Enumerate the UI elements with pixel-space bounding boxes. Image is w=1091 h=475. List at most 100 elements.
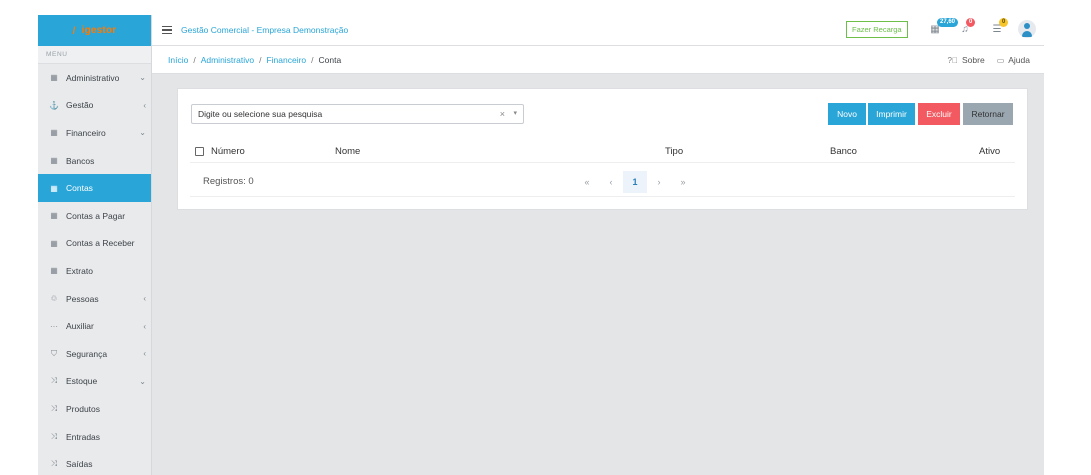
breadcrumb-separator: / (193, 54, 196, 65)
menu-estoque-icon: ⤨ (50, 376, 58, 386)
help-label: Ajuda (1008, 55, 1030, 65)
credit-badge: 27,60 (937, 18, 959, 27)
column-tipo[interactable]: Tipo (665, 146, 683, 157)
sidebar-item-label: Administrativo (66, 72, 120, 83)
sidebar-item-entradas[interactable]: ⤨ Entradas (38, 423, 151, 451)
chevron-down-icon: ⌄ (139, 376, 146, 386)
chevron-left-icon: ‹ (143, 321, 146, 331)
next-page-button[interactable]: › (647, 171, 671, 193)
sidebar-item-contas[interactable]: ▦ Contas (38, 174, 151, 202)
question-circle-icon: ?⃝ (947, 55, 958, 65)
about-label: Sobre (962, 55, 985, 65)
logo-icon: / (72, 25, 76, 37)
page-number-button[interactable]: 1 (623, 171, 647, 193)
chevron-down-icon: ⌄ (139, 73, 146, 83)
brand-logo[interactable]: / igestor (38, 15, 151, 46)
column-nome[interactable]: Nome (335, 146, 360, 157)
menu-seguranca-icon: ⛉ (51, 348, 57, 358)
help-links: ?⃝ Sobre ▭ Ajuda (948, 46, 1030, 74)
menu-contas-a-receber-icon: ▦ (50, 238, 58, 248)
new-button[interactable]: Novo (828, 103, 866, 125)
clear-icon[interactable]: × (500, 109, 505, 119)
user-avatar-icon[interactable] (1018, 20, 1036, 38)
sidebar-item-extrato[interactable]: ▦ Extrato (38, 257, 151, 285)
sidebar-item-label: Contas a Pagar (66, 210, 126, 221)
help-link[interactable]: ▭ Ajuda (997, 55, 1030, 65)
sidebar-item-financeiro[interactable]: ▦ Financeiro ⌄ (38, 119, 151, 147)
menu-gestao-icon: ⚓ (49, 100, 59, 110)
message-icon: ▭ (996, 55, 1005, 65)
sidebar-item-contas-a-pagar[interactable]: ▦ Contas a Pagar (38, 202, 151, 230)
chevron-left-icon: ‹ (143, 100, 146, 110)
sidebar-item-label: Bancos (66, 155, 95, 166)
menu-administrativo-icon: ▦ (50, 73, 58, 83)
topbar: Gestão Comercial - Empresa Demonstração … (152, 15, 1044, 46)
sidebar-item-label: Contas a Receber (66, 238, 135, 249)
notifications-badge: 0 (966, 18, 976, 27)
about-link[interactable]: ?⃝ Sobre (948, 55, 985, 65)
menu-pessoas-icon: ♲ (50, 294, 58, 304)
sidebar-item-label: Entradas (66, 431, 101, 442)
search-placeholder: Digite ou selecione sua pesquisa (198, 109, 323, 119)
sidebar-item-label: Produtos (66, 403, 101, 414)
pagination: « ‹ 1 › » (575, 171, 695, 193)
sidebar-item-label: Extrato (66, 265, 93, 276)
sidebar-item-label: Contas (66, 183, 93, 194)
chevron-left-icon: ‹ (143, 294, 146, 304)
sidebar-item-label: Pessoas (66, 293, 99, 304)
chevron-left-icon: ‹ (143, 349, 146, 359)
content-card: Digite ou selecione sua pesquisa × ▾ Nov… (177, 88, 1028, 210)
sidebar-item-label: Gestão (66, 100, 94, 111)
menu-extrato-icon: ▦ (50, 266, 58, 276)
sidebar-item-pessoas[interactable]: ♲ Pessoas ‹ (38, 285, 151, 313)
recharge-button[interactable]: Fazer Recarga (846, 21, 908, 38)
sidebar-menu: ▦ Administrativo ⌄ ⚓ Gestão ‹ ▦ Financeiro ⌄ ▦ Ban… (38, 64, 151, 475)
search-select[interactable]: Digite ou selecione sua pesquisa × ▾ (191, 104, 524, 124)
breadcrumb-separator: / (311, 54, 314, 65)
last-page-button[interactable]: » (671, 171, 695, 193)
menu-contas-a-pagar-icon: ▦ (50, 211, 58, 221)
breadcrumb-financeiro[interactable]: Financeiro (266, 55, 306, 65)
sidebar: / igestor MENU ▦ Administrativo ⌄ ⚓ Gestão ‹ ▦… (38, 15, 152, 475)
print-button[interactable]: Imprimir (868, 103, 915, 125)
hamburger-menu-icon[interactable] (162, 26, 172, 34)
sidebar-item-saidas[interactable]: ⤨ Saídas (38, 450, 151, 475)
sidebar-item-label: Saídas (66, 459, 93, 470)
sidebar-item-label: Auxiliar (66, 321, 94, 332)
tasks-badge: 0 (999, 18, 1009, 27)
select-all-checkbox[interactable] (195, 147, 204, 156)
sidebar-item-bancos[interactable]: ▦ Bancos (38, 147, 151, 175)
sidebar-item-seguranca[interactable]: ⛉ Segurança ‹ (38, 340, 151, 368)
prev-page-button[interactable]: ‹ (599, 171, 623, 193)
column-ativo[interactable]: Ativo (979, 146, 1000, 157)
back-button[interactable]: Retornar (963, 103, 1013, 125)
menu-financeiro-icon: ▦ (50, 128, 58, 138)
breadcrumb-current: Conta (318, 54, 342, 65)
records-count: Registros: 0 (203, 176, 254, 187)
sidebar-item-administrativo[interactable]: ▦ Administrativo ⌄ (38, 64, 151, 92)
sidebar-item-label: Estoque (66, 376, 98, 387)
breadcrumb-separator: / (259, 54, 262, 65)
table-header: Número Nome Tipo Banco Ativo (190, 141, 1015, 163)
table-footer: Registros: 0 « ‹ 1 › » (190, 169, 1015, 197)
sidebar-item-contas-a-receber[interactable]: ▦ Contas a Receber (38, 230, 151, 258)
sidebar-item-label: Financeiro (66, 127, 106, 138)
sidebar-item-estoque[interactable]: ⤨ Estoque ⌄ (38, 368, 151, 396)
chevron-down-icon[interactable]: ▾ (513, 109, 517, 117)
sidebar-item-auxiliar[interactable]: ··· Auxiliar ‹ (38, 312, 151, 340)
column-banco[interactable]: Banco (830, 146, 857, 157)
sidebar-item-produtos[interactable]: ⤨ Produtos (38, 395, 151, 423)
menu-bancos-icon: ▦ (50, 156, 58, 166)
breadcrumb: Início / Administrativo / Financeiro / C… (152, 46, 1044, 74)
brand-name: igestor (81, 25, 117, 36)
breadcrumb-administrativo[interactable]: Administrativo (201, 55, 254, 65)
first-page-button[interactable]: « (575, 171, 599, 193)
menu-caption: MENU (38, 46, 151, 64)
sidebar-item-label: Segurança (66, 348, 108, 359)
column-numero[interactable]: Número (211, 146, 245, 157)
menu-produtos-icon: ⤨ (50, 403, 58, 413)
sidebar-item-gestao[interactable]: ⚓ Gestão ‹ (38, 92, 151, 120)
delete-button[interactable]: Excluir (918, 103, 960, 125)
breadcrumb-home[interactable]: Início (168, 55, 188, 65)
menu-contas-icon: ▦ (50, 183, 58, 193)
